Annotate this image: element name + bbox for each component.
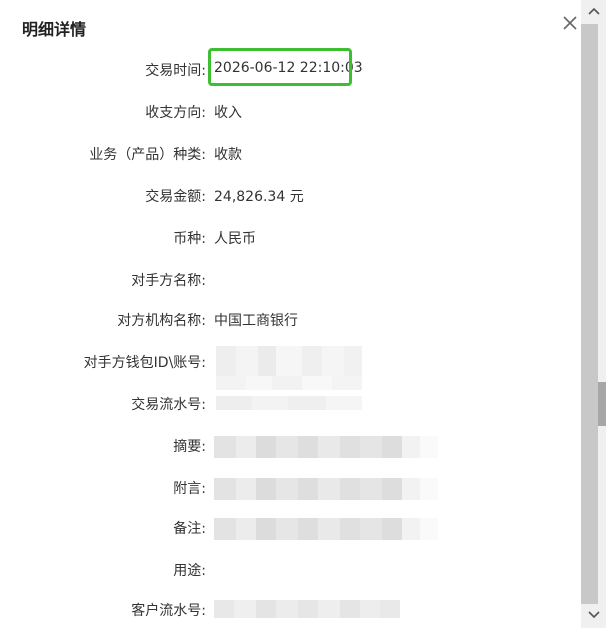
field-row-business-type: 业务（产品）种类: 收款: [0, 140, 580, 168]
scroll-rail[interactable]: [581, 24, 598, 604]
field-row-currency: 币种: 人民币: [0, 224, 580, 252]
scroll-down-button[interactable]: [581, 604, 606, 626]
close-icon: [563, 16, 577, 30]
field-label: 币种:: [173, 231, 206, 247]
chevron-up-icon: [587, 7, 600, 15]
field-label: 摘要:: [173, 439, 206, 455]
field-row-purpose: 用途:: [0, 556, 580, 584]
field-row-counterparty-name: 对手方名称:: [0, 266, 580, 294]
field-label: 对方机构名称:: [117, 313, 206, 329]
field-label: 客户流水号:: [131, 603, 206, 619]
redacted-value: [214, 600, 400, 618]
field-value: 收款: [214, 147, 242, 163]
field-value: 人民币: [214, 231, 256, 247]
scroll-thumb[interactable]: [598, 382, 606, 426]
close-button[interactable]: [557, 10, 583, 36]
redacted-value: [216, 376, 362, 390]
field-value: 24,826.34 元: [214, 189, 304, 205]
redacted-value: [214, 518, 438, 540]
redacted-value: [214, 436, 438, 458]
field-label: 对手方钱包ID\账号:: [83, 355, 206, 371]
field-label: 对手方名称:: [131, 273, 206, 289]
field-label: 业务（产品）种类:: [89, 147, 206, 163]
field-label: 交易流水号:: [131, 397, 206, 413]
detail-dialog: 明细详情 交易时间: 2026-06-12 22:10:03 收支方向: 收入 …: [0, 0, 606, 628]
field-label: 交易时间:: [145, 63, 206, 79]
chevron-down-icon: [587, 611, 600, 619]
field-value: 中国工商银行: [214, 313, 298, 329]
redacted-value: [216, 396, 362, 410]
dialog-title: 明细详情: [22, 20, 87, 39]
redacted-value: [216, 346, 362, 376]
field-label: 备注:: [173, 521, 206, 537]
redacted-value: [214, 478, 438, 500]
detail-content: 明细详情 交易时间: 2026-06-12 22:10:03 收支方向: 收入 …: [0, 0, 580, 628]
field-label: 附言:: [173, 481, 206, 497]
field-value: 收入: [214, 105, 242, 121]
field-label: 收支方向:: [145, 105, 206, 121]
field-label: 用途:: [173, 563, 206, 579]
highlight-box: [208, 48, 352, 86]
field-row-counterparty-institution: 对方机构名称: 中国工商银行: [0, 306, 580, 334]
field-row-amount: 交易金额: 24,826.34 元: [0, 182, 580, 210]
vertical-scrollbar[interactable]: [581, 0, 606, 628]
field-row-direction: 收支方向: 收入: [0, 98, 580, 126]
field-label: 交易金额:: [145, 189, 206, 205]
scroll-up-button[interactable]: [581, 0, 606, 22]
